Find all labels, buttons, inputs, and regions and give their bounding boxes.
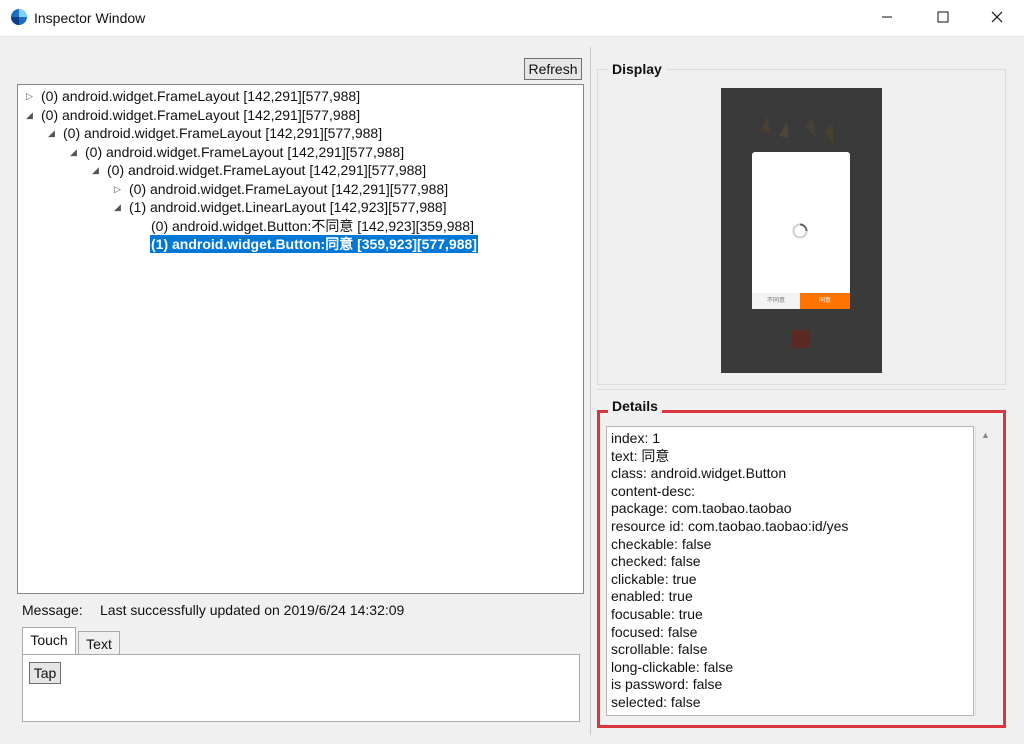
tree-node[interactable]: ▷ (0) android.widget.FrameLayout [142,291… (26, 87, 361, 105)
detail-property: long-clickable: false (611, 658, 734, 675)
hierarchy-tree[interactable]: ▷ (0) android.widget.FrameLayout [142,291… (17, 84, 584, 594)
close-icon (991, 11, 1003, 23)
maximize-icon (937, 11, 949, 23)
minimize-icon (882, 16, 892, 18)
detail-property: resource id: com.taobao.taobao:id/yes (611, 518, 849, 534)
splitter[interactable] (590, 47, 591, 735)
detail-property: class: android.widget.Button (611, 465, 787, 482)
detail-property: selected: false (611, 694, 701, 710)
tree-node-label: (0) android.widget.FrameLayout [142,291]… (107, 162, 427, 178)
message-value: Last successfully updated on 2019/6/24 1… (100, 602, 405, 618)
maximize-button[interactable] (920, 0, 966, 36)
display-title: Display (608, 61, 666, 77)
tree-node-label: (1) android.widget.Button:同意 [359,923][5… (150, 235, 478, 253)
refresh-button[interactable]: Refresh (524, 58, 582, 80)
tree-node-label: (1) android.widget.LinearLayout [142,923… (129, 199, 447, 215)
tree-node[interactable]: ◢ (0) android.widget.FrameLayout [142,291… (48, 124, 383, 142)
message-label: Message: (22, 602, 83, 618)
tree-node[interactable]: ◢ (1) android.widget.LinearLayout [142,92… (114, 198, 448, 216)
tree-node-label: (0) android.widget.FrameLayout [142,291]… (63, 125, 383, 141)
tree-node[interactable]: ▷ (0) android.widget.FrameLayout [142,291… (114, 180, 449, 198)
detail-property: index: 1 (611, 430, 661, 446)
detail-property: text: 同意 (611, 447, 670, 464)
expand-arrow-icon[interactable]: ▷ (114, 180, 128, 198)
app-icon (11, 9, 27, 25)
collapse-arrow-icon[interactable]: ◢ (26, 106, 40, 124)
close-button[interactable] (974, 0, 1020, 36)
tree-node-label: (0) android.widget.FrameLayout [142,291]… (41, 106, 361, 123)
detail-property: is password: false (611, 676, 723, 693)
loading-spinner-icon (792, 223, 808, 239)
detail-property: clickable: true (611, 570, 697, 587)
tree-node[interactable]: ◢ (0) android.widget.FrameLayout [142,291… (92, 161, 427, 179)
tree-node[interactable]: (0) android.widget.Button:不同意 [142,923][… (136, 217, 475, 235)
title-bar: Inspector Window (0, 0, 1024, 36)
collapse-arrow-icon[interactable]: ◢ (114, 198, 128, 216)
detail-property: package: com.taobao.taobao (611, 500, 792, 517)
app-logo-icon (792, 330, 810, 348)
detail-property: scrollable: false (611, 641, 708, 658)
collapse-arrow-icon[interactable]: ◢ (48, 124, 62, 142)
collapse-arrow-icon[interactable]: ◢ (70, 143, 84, 161)
details-list[interactable]: index: 1 text: 同意 class: android.widget.Bu… (606, 426, 974, 716)
scroll-up-icon[interactable]: ▲ (976, 426, 995, 444)
tap-button[interactable]: Tap (29, 662, 61, 684)
details-title: Details (608, 398, 662, 414)
client-area: Refresh ▷ (0) android.widget.FrameLayout … (0, 36, 1024, 744)
expand-arrow-icon[interactable]: ▷ (26, 87, 40, 105)
tab-touch[interactable]: Touch (22, 627, 76, 654)
minimize-button[interactable] (864, 0, 910, 36)
tree-node-label: (0) android.widget.Button:不同意 [142,923][… (151, 217, 474, 234)
detail-property: checked: false (611, 553, 701, 570)
collapse-arrow-icon[interactable]: ◢ (92, 161, 106, 179)
detail-property: content-desc: (611, 482, 696, 499)
tree-node[interactable]: ◢ (0) android.widget.FrameLayout [142,291… (26, 106, 361, 124)
dialog-disagree-button[interactable]: 不同意 (752, 293, 800, 309)
tree-node-label: (0) android.widget.FrameLayout [142,291]… (41, 88, 361, 104)
tab-text[interactable]: Text (78, 631, 120, 655)
touch-tab-panel: Tap (22, 654, 580, 722)
tree-node[interactable]: (1) android.widget.Button:同意 [359,923][5… (136, 235, 478, 253)
detail-property: checkable: false (611, 535, 712, 552)
dialog-agree-button[interactable]: 同意 (800, 293, 850, 309)
detail-property: focusable: true (611, 606, 703, 622)
window-title: Inspector Window (34, 10, 146, 26)
details-group-border (597, 389, 1006, 390)
tree-node-label: (0) android.widget.FrameLayout [142,291]… (85, 143, 405, 160)
tree-node[interactable]: ◢ (0) android.widget.FrameLayout [142,291… (70, 143, 405, 161)
detail-property: focused: false (611, 623, 698, 640)
details-scrollbar[interactable]: ▲ (975, 426, 995, 716)
detail-property: enabled: true (611, 588, 693, 605)
tree-node-label: (0) android.widget.FrameLayout [142,291]… (129, 180, 449, 197)
